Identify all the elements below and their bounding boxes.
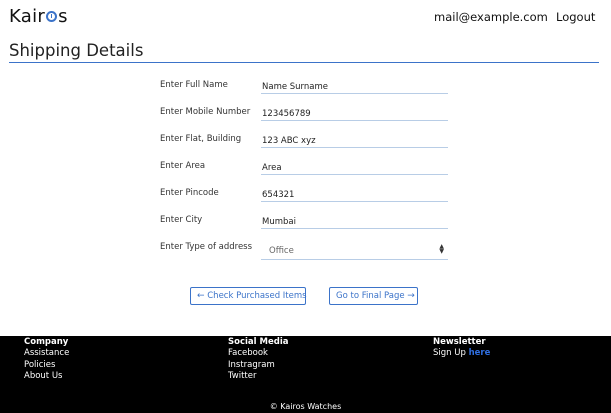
pincode-row: Enter Pincode xyxy=(160,188,450,208)
footer-company-heading: Company xyxy=(24,337,69,347)
arrow-left-icon: ← xyxy=(197,291,205,301)
full-name-label: Enter Full Name xyxy=(160,80,228,90)
check-purchased-items-button[interactable]: ← Check Purchased Items xyxy=(190,287,307,305)
pincode-input[interactable] xyxy=(261,188,448,202)
check-purchased-items-label: Check Purchased Items xyxy=(207,291,307,301)
address-type-label: Enter Type of address xyxy=(160,242,253,252)
footer-link-facebook[interactable]: Facebook xyxy=(228,348,268,358)
logo-text-start: Kair xyxy=(9,6,46,27)
copyright-text: © Kairos Watches xyxy=(269,402,342,411)
title-divider xyxy=(9,62,599,63)
footer-link-twitter[interactable]: Twitter xyxy=(228,371,257,381)
newsletter-signup-text: Sign Up here xyxy=(433,348,490,358)
address-type-value: Office xyxy=(269,246,294,256)
go-to-final-page-label: Go to Final Page xyxy=(336,291,405,301)
area-row: Enter Area xyxy=(160,161,450,181)
mobile-input[interactable] xyxy=(261,107,448,121)
clock-o-icon xyxy=(46,11,58,22)
city-input[interactable] xyxy=(261,215,448,229)
address-type-select[interactable]: Office ▲ ▼ xyxy=(261,244,448,260)
logo-text-end: s xyxy=(58,6,68,27)
footer-social-heading: Social Media xyxy=(228,337,289,347)
user-email-link[interactable]: mail@example.com xyxy=(434,10,548,24)
footer-link-assistance[interactable]: Assistance xyxy=(24,348,69,358)
footer-link-about-us[interactable]: About Us xyxy=(24,371,62,381)
site-footer: Company Assistance Policies About Us Soc… xyxy=(0,336,611,413)
address-type-row: Enter Type of address Office ▲ ▼ xyxy=(160,242,450,262)
city-label: Enter City xyxy=(160,215,203,225)
footer-newsletter-heading: Newsletter xyxy=(433,337,486,347)
logout-link[interactable]: Logout xyxy=(556,10,595,24)
flat-building-row: Enter Flat, Building xyxy=(160,134,450,154)
full-name-input[interactable] xyxy=(261,80,448,94)
mobile-row: Enter Mobile Number xyxy=(160,107,450,127)
city-row: Enter City xyxy=(160,215,450,235)
page-title: Shipping Details xyxy=(9,41,144,60)
footer-link-instagram[interactable]: Instragram xyxy=(228,360,275,370)
newsletter-signup-link[interactable]: here xyxy=(469,348,491,358)
go-to-final-page-button[interactable]: Go to Final Page → xyxy=(329,287,418,305)
newsletter-signup-label: Sign Up xyxy=(433,348,466,358)
flat-building-input[interactable] xyxy=(261,134,448,148)
area-label: Enter Area xyxy=(160,161,206,171)
flat-building-label: Enter Flat, Building xyxy=(160,134,242,144)
area-input[interactable] xyxy=(261,161,448,175)
footer-link-policies[interactable]: Policies xyxy=(24,360,55,370)
kairos-logo[interactable]: Kair s xyxy=(9,6,68,27)
select-updown-icon: ▲ ▼ xyxy=(439,243,444,255)
mobile-label: Enter Mobile Number xyxy=(160,107,251,117)
top-navbar: Kair s mail@example.com Logout xyxy=(0,0,611,34)
arrow-right-icon: → xyxy=(407,291,415,301)
full-name-row: Enter Full Name xyxy=(160,80,450,100)
pincode-label: Enter Pincode xyxy=(160,188,219,198)
